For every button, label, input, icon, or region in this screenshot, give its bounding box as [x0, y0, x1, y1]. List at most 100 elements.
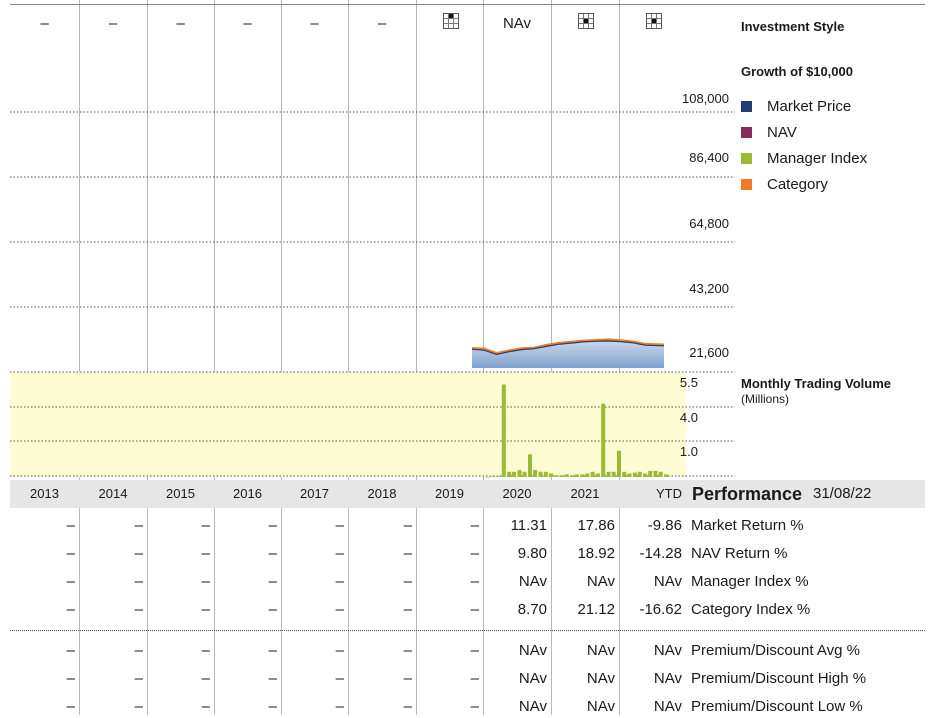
performance-cell: – — [268, 601, 277, 618]
growth-tick-label: 108,000 — [682, 91, 729, 106]
year-label: 2019 — [435, 486, 464, 501]
legend-label: Category — [767, 176, 828, 193]
volume-bar — [533, 470, 538, 477]
performance-cell: NAv — [586, 670, 615, 687]
volume-bar — [496, 476, 501, 477]
performance-cell: – — [403, 601, 412, 618]
header-top-rule — [10, 4, 925, 5]
year-label: 2015 — [166, 486, 195, 501]
performance-cell: NAv — [653, 670, 682, 687]
performance-cell: – — [201, 573, 210, 590]
legend-item: Market Price — [741, 97, 851, 117]
performance-cell: NAv — [586, 642, 615, 659]
volume-bar — [632, 472, 637, 477]
performance-divider — [10, 630, 925, 631]
volume-bar — [574, 474, 579, 477]
volume-bar — [606, 471, 611, 477]
volume-bar — [664, 474, 668, 477]
performance-cell: NAv — [653, 642, 682, 659]
volume-bar — [501, 384, 506, 477]
volume-bar — [595, 473, 600, 477]
volume-bar — [538, 471, 543, 477]
volume-bar — [570, 475, 575, 477]
performance-cell: 8.70 — [517, 601, 547, 618]
volume-chart-title: Monthly Trading Volume — [741, 376, 891, 391]
year-label: 2018 — [367, 486, 397, 501]
performance-cell: – — [403, 670, 412, 687]
performance-row-label: NAV Return % — [691, 545, 788, 562]
volume-bar — [528, 454, 532, 477]
performance-row-label: Market Return % — [691, 517, 804, 534]
legend-swatch — [741, 127, 752, 138]
volume-bar — [564, 474, 569, 477]
volume-bar — [648, 470, 653, 477]
performance-cell: -14.28 — [639, 545, 682, 562]
performance-row-label: Category Index % — [691, 601, 811, 618]
performance-cell: – — [134, 642, 143, 659]
volume-bar — [491, 476, 496, 477]
performance-cell: – — [470, 642, 479, 659]
performance-date: 31/08/22 — [813, 485, 872, 502]
year-label: 2021 — [570, 486, 600, 501]
volume-bar — [507, 471, 512, 477]
legend-swatch — [741, 179, 752, 190]
volume-bar — [627, 473, 632, 477]
performance-cell: – — [134, 601, 143, 618]
performance-cell: – — [66, 573, 75, 590]
performance-cell: NAv — [586, 573, 615, 590]
volume-bar — [580, 474, 585, 477]
volume-bar — [548, 473, 553, 477]
performance-cell: – — [66, 517, 75, 534]
volume-bar — [512, 471, 517, 477]
performance-cell: – — [201, 670, 210, 687]
performance-cell: 17.86 — [577, 517, 615, 534]
performance-cell: 9.80 — [517, 545, 547, 562]
performance-cell: – — [335, 642, 344, 659]
performance-cell: – — [403, 517, 412, 534]
volume-bar — [658, 471, 663, 477]
growth-chart-title: Growth of $10,000 — [741, 64, 853, 79]
year-label: 2020 — [502, 486, 532, 501]
performance-cell: – — [403, 545, 412, 562]
volume-bar — [611, 471, 616, 477]
performance-cell: – — [268, 517, 277, 534]
performance-cell: – — [403, 573, 412, 590]
performance-cell: – — [201, 642, 210, 659]
performance-cell: – — [335, 601, 344, 618]
volume-bar — [559, 475, 564, 477]
performance-cell: – — [335, 670, 344, 687]
performance-cell: -16.62 — [639, 601, 682, 618]
performance-cell: – — [470, 670, 479, 687]
performance-cell: 21.12 — [577, 601, 615, 618]
performance-cell: – — [403, 642, 412, 659]
performance-cell: – — [335, 517, 344, 534]
performance-cell: 18.92 — [577, 545, 615, 562]
performance-row-label: Manager Index % — [691, 573, 809, 590]
volume-bar — [637, 471, 642, 477]
volume-bar — [554, 475, 559, 477]
legend-swatch — [741, 101, 752, 112]
growth-tick-label: 21,600 — [689, 345, 729, 360]
growth-tick-label: 43,200 — [689, 281, 729, 296]
performance-cell: – — [134, 670, 143, 687]
volume-bar — [590, 471, 595, 477]
performance-cell: – — [268, 545, 277, 562]
volume-bar — [585, 473, 590, 477]
volume-bar — [601, 403, 606, 477]
performance-cell: – — [268, 573, 277, 590]
performance-cell: – — [134, 517, 143, 534]
volume-chart-subtitle: (Millions) — [741, 392, 789, 406]
volume-bar — [617, 450, 621, 477]
legend-label: Market Price — [767, 98, 852, 115]
performance-cell: – — [470, 601, 479, 618]
legend-item: Manager Index — [741, 149, 867, 169]
performance-cell: – — [66, 601, 75, 618]
volume-tick-label: 1.0 — [680, 444, 698, 459]
performance-cell: – — [268, 670, 277, 687]
performance-cell: – — [66, 642, 75, 659]
performance-cell: – — [134, 545, 143, 562]
performance-cell: – — [134, 573, 143, 590]
volume-bar — [486, 477, 490, 478]
year-label: 2013 — [30, 486, 59, 501]
year-label: 2014 — [98, 486, 128, 501]
